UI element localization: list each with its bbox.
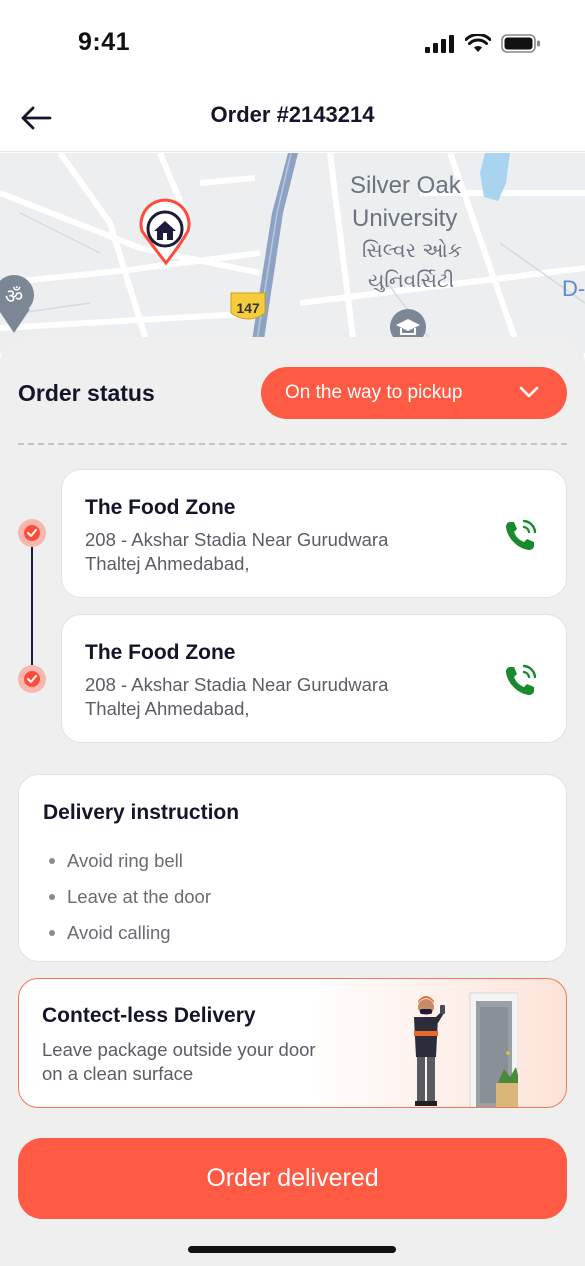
status-icons bbox=[425, 34, 541, 53]
location-address: 208 - Akshar Stadia Near Gurudwara Thalt… bbox=[85, 528, 465, 576]
poi-label-3: સિલ્વર ઓક bbox=[362, 238, 462, 262]
map-canvas: 147 Silver Oak University સિલ્વર ઓક યુનિ… bbox=[0, 153, 585, 353]
check-icon bbox=[27, 675, 37, 683]
route-line bbox=[31, 533, 33, 679]
instruction-text: Avoid ring bell bbox=[67, 850, 183, 871]
instruction-list: Avoid ring bell Leave at the door Avoid … bbox=[49, 843, 211, 951]
map-view[interactable]: 147 Silver Oak University સિલ્વર ઓક યુનિ… bbox=[0, 153, 585, 353]
signal-icon bbox=[425, 34, 454, 53]
drop-location-card: The Food Zone 208 - Akshar Stadia Near G… bbox=[61, 614, 567, 743]
poi-label-2: University bbox=[352, 205, 457, 232]
road-shield-label: 147 bbox=[236, 300, 260, 316]
call-button[interactable] bbox=[502, 661, 540, 699]
order-status-value: On the way to pickup bbox=[285, 382, 463, 403]
order-delivered-label: Order delivered bbox=[206, 1164, 379, 1192]
phone-call-icon bbox=[506, 664, 537, 695]
instruction-item: Avoid ring bell bbox=[49, 843, 211, 879]
wifi-icon bbox=[465, 34, 491, 52]
delivery-person-illustration bbox=[414, 992, 518, 1107]
instruction-title: Delivery instruction bbox=[43, 801, 240, 824]
order-sheet: Order status On the way to pickup The Fo… bbox=[0, 337, 585, 1266]
chevron-down-icon bbox=[519, 386, 539, 398]
location-address: 208 - Akshar Stadia Near Gurudwara Thalt… bbox=[85, 673, 465, 721]
call-button[interactable] bbox=[502, 516, 540, 554]
poi-label-4: યુનિવર્સિટી bbox=[368, 268, 454, 292]
status-time: 9:41 bbox=[78, 28, 131, 56]
location-name: The Food Zone bbox=[85, 641, 236, 664]
address-line-2: Thaltej Ahmedabad, bbox=[85, 698, 250, 719]
contactless-title: Contect-less Delivery bbox=[42, 1004, 256, 1027]
instruction-item: Leave at the door bbox=[49, 879, 211, 915]
app-header: Order #2143214 bbox=[0, 88, 585, 152]
contactless-delivery-card: Contect-less Delivery Leave package outs… bbox=[18, 978, 567, 1108]
check-icon bbox=[27, 529, 37, 537]
phone-call-icon bbox=[506, 519, 537, 550]
drop-step-dot bbox=[18, 665, 46, 693]
home-indicator[interactable] bbox=[188, 1246, 396, 1253]
order-status-dropdown[interactable]: On the way to pickup bbox=[261, 367, 567, 419]
svg-text:ॐ: ॐ bbox=[5, 284, 23, 308]
poi-label-1: Silver Oak bbox=[350, 172, 462, 199]
pickup-step-dot bbox=[18, 519, 46, 547]
battery-icon bbox=[501, 34, 540, 53]
order-status-label: Order status bbox=[18, 380, 155, 406]
location-name: The Food Zone bbox=[85, 496, 236, 519]
page-title: Order #2143214 bbox=[210, 102, 375, 127]
pickup-location-card: The Food Zone 208 - Akshar Stadia Near G… bbox=[61, 469, 567, 598]
instruction-text: Avoid calling bbox=[67, 922, 171, 943]
edge-label: D- bbox=[562, 276, 585, 301]
order-delivered-button[interactable]: Order delivered bbox=[18, 1138, 567, 1219]
instruction-text: Leave at the door bbox=[67, 886, 211, 907]
contactless-subtitle: Leave package outside your door on a cle… bbox=[42, 1039, 316, 1084]
instruction-item: Avoid calling bbox=[49, 915, 211, 951]
address-line-1: 208 - Akshar Stadia Near Gurudwara bbox=[85, 529, 389, 550]
delivery-instruction-card: Delivery instruction Avoid ring bell Lea… bbox=[18, 774, 567, 962]
address-line-2: Thaltej Ahmedabad, bbox=[85, 553, 250, 574]
status-bar: 9:41 bbox=[0, 0, 585, 88]
divider bbox=[18, 443, 567, 445]
address-line-1: 208 - Akshar Stadia Near Gurudwara bbox=[85, 674, 389, 695]
